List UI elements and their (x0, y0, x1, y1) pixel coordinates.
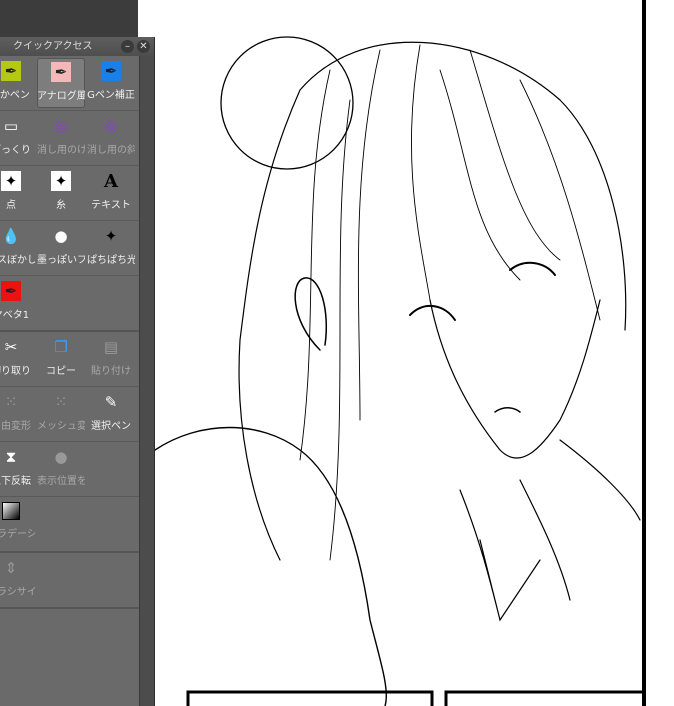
tool-button[interactable]: ✂ 切り取り (0, 334, 35, 384)
tool-label: 自由変形 (0, 421, 31, 432)
tool-label: コピー (46, 366, 76, 377)
hair-strands (299, 44, 601, 561)
tool-button[interactable]: ✒ Gペン補正 (87, 58, 135, 108)
tool-button[interactable]: A テキスト (87, 168, 135, 218)
jacket (559, 439, 641, 521)
eye-right (509, 261, 556, 276)
quick-access-panel: クイックアクセス – ✕ ✒ Gかペン ✒ アナログ風G ✒ Gペン補正 ▭ ざっくり ◎ 消し用… (0, 37, 155, 706)
tool-button[interactable]: ⇕ ブラシサイズ (0, 555, 35, 605)
tool-label: 消し用のけ (37, 145, 85, 156)
tool-button[interactable]: ● 墨っぽいフキ (37, 223, 85, 273)
text-icon: A (104, 170, 118, 192)
copy-icon: ❐ (54, 338, 68, 356)
tool-row: ⇕ ブラシサイズ (0, 553, 140, 609)
pen-icon: ✒ (51, 62, 71, 82)
tool-row: 💧 ウスぼかし ● 墨っぽいフキ ✦ ぱちぱち光 (0, 221, 140, 276)
tool-button[interactable]: ❐ コピー (37, 334, 85, 384)
tool-row: ✒ Gかペン ✒ アナログ風G ✒ Gペン補正 (0, 56, 140, 111)
spiral-icon: ◎ (54, 117, 68, 135)
hair-outline (238, 41, 627, 561)
tool-button[interactable]: ✦ 糸 (37, 168, 85, 218)
tool-label: 選択ペン (91, 421, 131, 432)
sparkle-icon: ✦ (51, 171, 71, 191)
tool-button[interactable]: ✒ Gかペン (0, 58, 35, 108)
mouth (494, 407, 521, 413)
tool-button[interactable]: ⁙ 自由変形 (0, 389, 35, 439)
tool-row: ✂ 切り取り ❐ コピー ▤ 貼り付け (0, 332, 140, 387)
droplet-icon: 💧 (1, 227, 21, 245)
tool-label: 消し用の斜 (87, 145, 135, 156)
panel-border-bottom-right (444, 690, 646, 706)
tool-row: ✒ ヤベタ1 (0, 276, 140, 332)
tool-label: 上下反転 (0, 476, 31, 487)
panel-border-bottom-left (186, 690, 434, 706)
toolbar-area (0, 0, 138, 37)
tool-button[interactable]: ✎ 選択ペン (87, 389, 135, 439)
flip-icon: ⧗ (5, 448, 17, 466)
collar (459, 479, 571, 622)
tool-button[interactable]: ✦ 点 (0, 168, 35, 218)
tool-button[interactable]: ✒ ヤベタ1 (0, 278, 35, 328)
tool-label: 切り取り (0, 366, 31, 377)
tool-button[interactable]: ⁙ メッシュ変形 (37, 389, 85, 439)
tool-label: 点 (6, 200, 16, 211)
circle-icon: ● (54, 448, 68, 466)
tool-button[interactable]: 💧 ウスぼかし (0, 223, 35, 273)
panel-header: クイックアクセス – ✕ (0, 37, 154, 56)
eraser-icon: ▭ (3, 117, 19, 135)
spiral-icon: ◎ (104, 117, 118, 135)
tool-button[interactable]: ✦ ぱちぱち光 (87, 223, 135, 273)
pen-icon: ✒ (101, 61, 121, 81)
minimize-icon[interactable]: – (121, 40, 134, 53)
close-icon[interactable]: ✕ (137, 40, 150, 53)
tool-button[interactable]: ✒ アナログ風G (37, 58, 85, 108)
tool-label: Gかペン (0, 90, 30, 101)
tool-button[interactable]: ▤ 貼り付け (87, 334, 135, 384)
selection-pen-icon: ✎ (104, 393, 118, 411)
tool-label: グラデーショ (0, 529, 35, 540)
transform-icon: ⁙ (4, 393, 18, 411)
tool-row: グラデーショ (0, 497, 140, 553)
tool-row: ▭ ざっくり ◎ 消し用のけ ◎ 消し用の斜 (0, 111, 140, 166)
tool-label: ヤベタ1 (0, 310, 30, 321)
sparkle-icon: ✦ (1, 171, 21, 191)
drawing-canvas[interactable] (155, 0, 674, 706)
tool-button[interactable]: ▭ ざっくり (0, 113, 35, 163)
tool-label: ざっくり (0, 145, 31, 156)
shoulder-fur (155, 426, 388, 706)
scissors-icon: ✂ (4, 338, 18, 356)
tool-row: ⧗ 上下反転 ● 表示位置を (0, 442, 140, 497)
gradient-icon (2, 502, 20, 520)
tool-label: Gペン補正 (87, 90, 135, 101)
pen-icon: ✒ (1, 281, 21, 301)
mesh-icon: ⁙ (54, 393, 68, 411)
tool-button[interactable]: ◎ 消し用の斜 (87, 113, 135, 163)
speech-bubble-icon: ● (54, 227, 68, 245)
brush-size-icon: ⇕ (4, 559, 18, 577)
bun-circle-stroke (220, 36, 354, 170)
tool-button[interactable]: ◎ 消し用のけ (37, 113, 85, 163)
tool-label: 貼り付け (91, 366, 131, 377)
tool-label: ウスぼかし (0, 255, 35, 266)
pen-icon: ✒ (1, 61, 21, 81)
tool-button[interactable]: ● 表示位置を (37, 444, 85, 494)
tool-label: 表示位置を (37, 476, 85, 487)
paste-icon: ▤ (103, 338, 119, 356)
tool-label: テキスト (91, 200, 131, 211)
tool-label: 墨っぽいフキ (37, 255, 85, 266)
tool-grid: ✒Gかペン✒アナログ風G✒Gペン補正▭ざっくり◎消し用のけ◎消し用の斜✦点✦糸A… (0, 56, 140, 609)
tool-label: ブラシサイズ (0, 587, 35, 598)
sparkle-icon: ✦ (104, 227, 118, 245)
tool-label: 糸 (56, 200, 66, 211)
tool-row: ✦ 点 ✦ 糸 A テキスト (0, 166, 140, 221)
tool-label: アナログ風G (37, 91, 85, 102)
face-outline (429, 299, 601, 459)
panel-title: クイックアクセス (13, 41, 93, 52)
tool-row: ⁙ 自由変形 ⁙ メッシュ変形 ✎ 選択ペン (0, 387, 140, 442)
tool-label: メッシュ変形 (37, 421, 85, 432)
tool-button[interactable]: ⧗ 上下反転 (0, 444, 35, 494)
tool-label: ぱちぱち光 (87, 255, 135, 266)
scrollbar[interactable] (139, 56, 154, 706)
tool-button[interactable]: グラデーショ (0, 499, 35, 549)
